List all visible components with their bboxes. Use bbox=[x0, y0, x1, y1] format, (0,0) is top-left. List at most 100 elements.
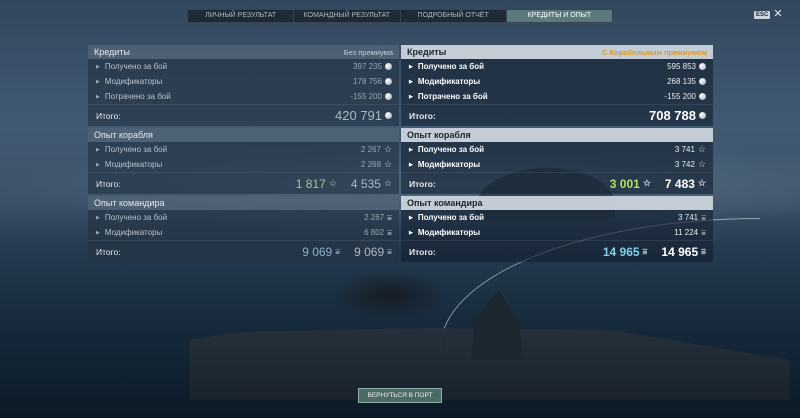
row-value: 2 267 bbox=[364, 213, 385, 222]
elite-xp-value: 14 965 bbox=[602, 244, 640, 259]
return-to-port-button[interactable]: Вернуться в порт bbox=[358, 388, 442, 403]
captain-xp-icon: ⩸ bbox=[335, 246, 341, 256]
ship-xp-section: Опыт корабля ▶ Получено за бой 2 267 ☆ ▶ Мо… bbox=[88, 128, 399, 194]
total-value: 14 965 bbox=[661, 244, 699, 259]
row-value: 268 135 bbox=[667, 77, 696, 86]
ship-xp-section-premium: Опыт корабля ▶ Получено за бой 3 741 ☆ ▶ Мо… bbox=[401, 128, 713, 194]
free-xp-star-icon: ☆ bbox=[642, 178, 651, 188]
coin-icon bbox=[699, 112, 706, 119]
row-label: Модификаторы bbox=[104, 77, 163, 86]
captain-xp-icon: ⩸ bbox=[701, 246, 706, 256]
captain-xp-icon: ⩸ bbox=[701, 212, 706, 222]
credits-row-modifiers[interactable]: ▶ Модификаторы 178 756 bbox=[88, 74, 399, 89]
expand-arrow-icon: ▶ bbox=[96, 93, 100, 100]
results-tabs: Личный результат Командный результат Под… bbox=[187, 9, 613, 23]
total-value: 7 483 bbox=[664, 176, 695, 191]
row-value: -155 200 bbox=[350, 92, 382, 101]
row-value: 3 741 bbox=[678, 213, 699, 222]
star-icon: ☆ bbox=[383, 178, 392, 188]
panel-with-premium: Кредиты С Корабельным премиумом ▶ Получен… bbox=[401, 45, 713, 264]
esc-key-label: ESC bbox=[754, 10, 771, 19]
total-label: Итого: bbox=[96, 246, 121, 257]
ship-xp-total: Итого: 1 817 ☆ 4 535 ☆ bbox=[88, 172, 399, 194]
row-value: -155 200 bbox=[664, 92, 696, 101]
row-label: Потрачено за бой bbox=[104, 92, 171, 101]
row-label: Модификаторы bbox=[104, 228, 163, 237]
row-value: 3 742 bbox=[674, 160, 695, 169]
row-value: 178 756 bbox=[353, 77, 382, 86]
credits-title: Кредиты bbox=[407, 47, 447, 57]
row-value: 595 853 bbox=[667, 62, 696, 71]
row-label: Получено за бой bbox=[417, 213, 485, 222]
expand-arrow-icon: ▶ bbox=[96, 78, 100, 85]
credits-total: Итого: 708 788 bbox=[401, 104, 713, 126]
credits-row-earned[interactable]: ▶ Получено за бой 595 853 bbox=[401, 59, 713, 74]
expand-arrow-icon: ▶ bbox=[409, 63, 413, 70]
expand-arrow-icon: ▶ bbox=[96, 161, 100, 168]
row-label: Потрачено за бой bbox=[417, 92, 488, 101]
captain-xp-row-earned[interactable]: ▶ Получено за бой 3 741 ⩸ bbox=[401, 210, 713, 225]
coin-icon bbox=[699, 63, 706, 70]
row-label: Модификаторы bbox=[417, 77, 481, 86]
ship-xp-header: Опыт корабля bbox=[88, 128, 399, 142]
row-label: Получено за бой bbox=[104, 213, 168, 222]
credits-row-spent[interactable]: ▶ Потрачено за бой -155 200 bbox=[401, 89, 713, 104]
row-value: 3 741 bbox=[674, 145, 695, 154]
panel-without-premium: Кредиты Без премиума ▶ Получено за бой 39… bbox=[88, 45, 399, 264]
captain-xp-header: Опыт командира bbox=[401, 196, 713, 210]
row-label: Получено за бой bbox=[104, 62, 168, 71]
captain-xp-row-modifiers[interactable]: ▶ Модификаторы 6 802 ⩸ bbox=[88, 225, 399, 240]
captain-xp-section: Опыт командира ▶ Получено за бой 2 267 ⩸ ▶… bbox=[88, 196, 399, 262]
expand-arrow-icon: ▶ bbox=[409, 161, 413, 168]
credits-total: Итого: 420 791 bbox=[88, 104, 399, 126]
row-value: 6 802 bbox=[364, 228, 385, 237]
expand-arrow-icon: ▶ bbox=[96, 214, 100, 221]
coin-icon bbox=[385, 112, 392, 119]
captain-xp-row-modifiers[interactable]: ▶ Модификаторы 11 224 ⩸ bbox=[401, 225, 713, 240]
coin-icon bbox=[385, 78, 392, 85]
ship-xp-row-modifiers[interactable]: ▶ Модификаторы 2 268 ☆ bbox=[88, 157, 399, 172]
esc-close-button[interactable]: ESC ✕ bbox=[754, 9, 783, 20]
free-xp-star-icon: ☆ bbox=[328, 178, 337, 188]
star-icon: ☆ bbox=[697, 144, 706, 154]
expand-arrow-icon: ▶ bbox=[96, 229, 100, 236]
credits-row-spent[interactable]: ▶ Потрачено за бой -155 200 bbox=[88, 89, 399, 104]
credits-title: Кредиты bbox=[94, 47, 130, 57]
captain-xp-row-earned[interactable]: ▶ Получено за бой 2 267 ⩸ bbox=[88, 210, 399, 225]
total-label: Итого: bbox=[96, 110, 121, 121]
row-label: Получено за бой bbox=[417, 62, 485, 71]
tab-credits-and-xp[interactable]: Кредиты и опыт bbox=[506, 10, 612, 22]
ship-xp-row-earned[interactable]: ▶ Получено за бой 3 741 ☆ bbox=[401, 142, 713, 157]
credits-row-modifiers[interactable]: ▶ Модификаторы 268 135 bbox=[401, 74, 713, 89]
tab-team-result[interactable]: Командный результат bbox=[294, 10, 401, 22]
credits-section-premium: Кредиты С Корабельным премиумом ▶ Получен… bbox=[401, 45, 713, 126]
coin-icon bbox=[385, 63, 392, 70]
row-value: 11 224 bbox=[674, 228, 699, 237]
row-label: Модификаторы bbox=[417, 228, 481, 237]
ship-xp-row-modifiers[interactable]: ▶ Модификаторы 3 742 ☆ bbox=[401, 157, 713, 172]
expand-arrow-icon: ▶ bbox=[409, 146, 413, 153]
credits-row-earned[interactable]: ▶ Получено за бой 397 235 bbox=[88, 59, 399, 74]
total-label: Итого: bbox=[409, 110, 436, 121]
tab-detailed-report[interactable]: Подробный отчёт bbox=[401, 10, 507, 22]
total-label: Итого: bbox=[409, 246, 436, 257]
captain-xp-icon: ⩸ bbox=[642, 246, 648, 256]
row-label: Модификаторы bbox=[417, 160, 481, 169]
background-smoke bbox=[330, 270, 450, 320]
close-icon: ✕ bbox=[773, 8, 783, 20]
expand-arrow-icon: ▶ bbox=[409, 214, 413, 221]
row-value: 2 267 bbox=[360, 145, 381, 154]
total-label: Итого: bbox=[409, 178, 436, 189]
expand-arrow-icon: ▶ bbox=[409, 78, 413, 85]
ship-xp-row-earned[interactable]: ▶ Получено за бой 2 267 ☆ bbox=[88, 142, 399, 157]
ship-xp-title: Опыт корабля bbox=[407, 130, 471, 140]
row-value: 397 235 bbox=[353, 62, 382, 71]
credits-header: Кредиты С Корабельным премиумом bbox=[401, 45, 713, 59]
expand-arrow-icon: ▶ bbox=[409, 229, 413, 236]
tab-personal-result[interactable]: Личный результат bbox=[188, 10, 295, 22]
coin-icon bbox=[699, 78, 706, 85]
star-icon: ☆ bbox=[383, 144, 392, 154]
star-icon: ☆ bbox=[697, 159, 706, 169]
star-icon: ☆ bbox=[383, 159, 392, 169]
expand-arrow-icon: ▶ bbox=[96, 63, 100, 70]
